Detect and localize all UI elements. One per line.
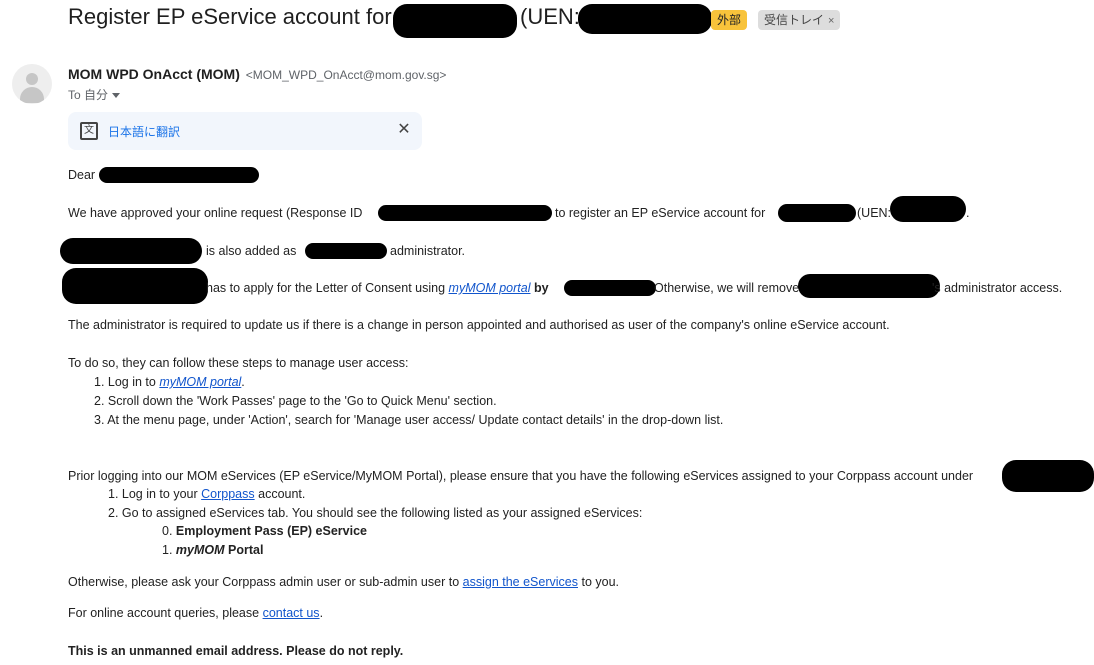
approved-text-1: We have approved your online request (Re… bbox=[68, 206, 363, 220]
eservice-item-0-num: 0. bbox=[162, 524, 173, 538]
steps-intro: To do so, they can follow these steps to… bbox=[68, 356, 409, 370]
otherwise-note: Otherwise, please ask your Corppass admi… bbox=[68, 574, 619, 590]
redaction-mark bbox=[798, 274, 940, 298]
added-text-2: administrator. bbox=[390, 244, 466, 258]
corppass-link[interactable]: Corppass bbox=[201, 487, 255, 501]
corppass-step-2: 2. Go to assigned eServices tab. You sho… bbox=[108, 506, 643, 520]
step-3: 3. At the menu page, under 'Action', sea… bbox=[94, 413, 724, 427]
remove-label-icon[interactable]: × bbox=[828, 15, 834, 27]
queries-note: For online account queries, please conta… bbox=[68, 605, 323, 621]
email-subject: Register EP eService account for bbox=[68, 4, 392, 30]
sender: MOM WPD OnAcct (MOM) <MOM_WPD_OnAcct@mom… bbox=[68, 66, 446, 82]
eservice-item-0: 0. Employment Pass (EP) eService bbox=[162, 523, 367, 539]
approved-text-3: (UEN: bbox=[857, 206, 892, 220]
administrator-note: The administrator is required to update … bbox=[68, 318, 890, 332]
approved-text-4: . bbox=[966, 206, 970, 220]
avatar-body bbox=[20, 87, 44, 103]
sender-email: <MOM_WPD_OnAcct@mom.gov.sg> bbox=[245, 68, 447, 82]
apply-text: has to apply for the Letter of Consent u… bbox=[206, 281, 446, 295]
corppass-step-1-text: 1. Log in to your bbox=[108, 487, 198, 501]
redaction-mark bbox=[378, 205, 552, 221]
corppass-step-1-suffix: account. bbox=[258, 487, 306, 501]
avatar-head bbox=[26, 73, 38, 85]
contact-us-link[interactable]: contact us bbox=[263, 606, 320, 620]
redaction-mark bbox=[778, 204, 856, 222]
step-1: 1. Log in to myMOM portal. bbox=[94, 374, 245, 390]
close-icon[interactable]: ✕ bbox=[394, 120, 414, 140]
redaction-mark bbox=[578, 4, 712, 34]
eservice-item-0-name: Employment Pass (EP) eService bbox=[175, 524, 367, 538]
eservice-item-1-num: 1. bbox=[162, 543, 173, 557]
inbox-label-text: 受信トレイ bbox=[764, 13, 825, 27]
queries-suffix: . bbox=[319, 606, 324, 620]
corppass-step-1: 1. Log in to your Corppass account. bbox=[108, 486, 305, 502]
redaction-mark bbox=[305, 243, 387, 259]
mymom-portal-link[interactable]: myMOM portal bbox=[449, 281, 531, 295]
recipient-text: To 自分 bbox=[68, 88, 109, 102]
otherwise-suffix: to you. bbox=[581, 575, 619, 589]
otherwise-text: Otherwise, please ask your Corppass admi… bbox=[68, 575, 460, 589]
external-label: 外部 bbox=[711, 10, 748, 30]
chevron-down-icon[interactable] bbox=[112, 93, 121, 99]
unmanned-notice: This is an unmanned email address. Pleas… bbox=[68, 644, 404, 658]
apply-by: by bbox=[533, 281, 549, 295]
inbox-label[interactable]: 受信トレイ × bbox=[758, 10, 841, 30]
sender-avatar[interactable] bbox=[12, 64, 52, 104]
mymom-portal-link[interactable]: myMOM portal bbox=[159, 375, 241, 389]
recipient-details[interactable]: To 自分 bbox=[68, 86, 121, 103]
apply-text-4: 's administrator access. bbox=[932, 281, 1063, 295]
greeting: Dear bbox=[68, 168, 96, 182]
eservice-item-1-italic: myMOM bbox=[175, 543, 225, 557]
apply-text-1: has to apply for the Letter of Consent u… bbox=[206, 280, 549, 296]
added-text-1: is also added as bbox=[206, 244, 297, 258]
subject-uen: (UEN: bbox=[520, 4, 580, 29]
subject-prefix: Register EP eService account for bbox=[68, 4, 392, 29]
redaction-mark bbox=[99, 167, 259, 183]
redaction-mark bbox=[393, 4, 517, 38]
redaction-mark bbox=[62, 268, 208, 304]
redaction-mark bbox=[564, 280, 656, 296]
queries-text: For online account queries, please bbox=[68, 606, 260, 620]
translate-icon: 文 bbox=[80, 122, 98, 140]
assign-eservices-link[interactable]: assign the eServices bbox=[463, 575, 578, 589]
prior-login-note: Prior logging into our MOM eServices (EP… bbox=[68, 469, 974, 483]
redaction-mark bbox=[890, 196, 966, 222]
eservice-item-1-rest: Portal bbox=[228, 543, 264, 557]
redaction-mark bbox=[1002, 460, 1094, 492]
step-1-text: 1. Log in to bbox=[94, 375, 156, 389]
approved-text-2: to register an EP eService account for bbox=[555, 206, 766, 220]
translate-link[interactable]: 日本語に翻訳 bbox=[108, 123, 180, 140]
redaction-mark bbox=[60, 238, 202, 264]
step-1-suffix: . bbox=[241, 375, 245, 389]
apply-text-3: Otherwise, we will remove bbox=[654, 281, 800, 295]
step-2: 2. Scroll down the 'Work Passes' page to… bbox=[94, 394, 497, 408]
sender-name[interactable]: MOM WPD OnAcct (MOM) bbox=[68, 66, 240, 82]
translate-bar: 文 日本語に翻訳 ✕ bbox=[68, 112, 422, 150]
eservice-item-1: 1. myMOM Portal bbox=[162, 542, 263, 558]
